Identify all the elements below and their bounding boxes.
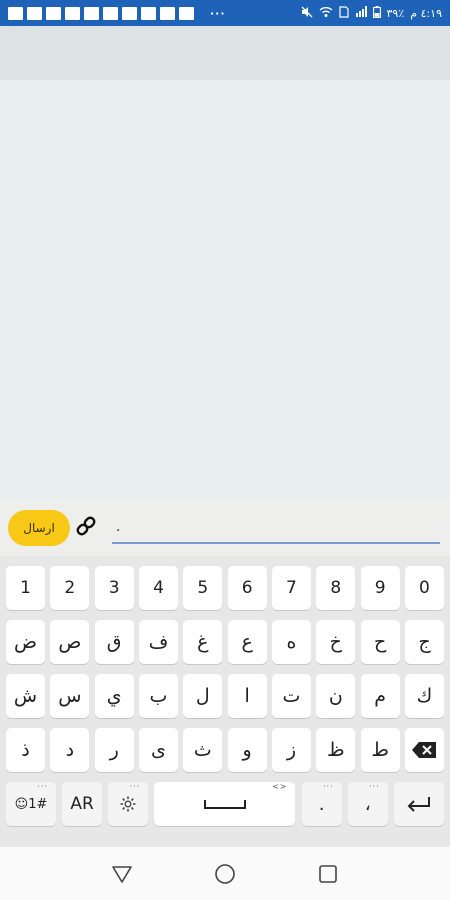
- space-key[interactable]: <>: [154, 782, 296, 826]
- key-row1-8[interactable]: ح: [360, 620, 400, 664]
- key-row1-6[interactable]: ه: [271, 620, 311, 664]
- recents-button[interactable]: [308, 854, 348, 894]
- home-button[interactable]: [205, 854, 245, 894]
- key-row1-0[interactable]: ض: [6, 620, 45, 664]
- key-row3-7[interactable]: ظ: [316, 728, 356, 772]
- key-number_row-8[interactable]: 9: [360, 566, 400, 610]
- key-row3-5[interactable]: و: [227, 728, 267, 772]
- message-input[interactable]: [112, 512, 440, 544]
- key-number_row-7[interactable]: 8: [316, 566, 356, 610]
- notification-icon: [27, 6, 42, 20]
- notification-icon: [122, 6, 137, 20]
- key-number_row-6[interactable]: 7: [271, 566, 311, 610]
- system-navigation-bar: [0, 847, 450, 900]
- more-notifications-indicator: ···: [210, 6, 226, 20]
- key-row2-4[interactable]: ل: [183, 674, 223, 718]
- back-button[interactable]: [102, 854, 142, 894]
- key-row1-9[interactable]: ج: [404, 620, 444, 664]
- keyboard-bottom-row: ··· ☺1# AR ··· <> ···. ··· ،: [6, 782, 444, 826]
- key-row1-3[interactable]: ف: [138, 620, 178, 664]
- key-row2-5[interactable]: ا: [227, 674, 267, 718]
- comma-key[interactable]: ··· ،: [347, 782, 388, 826]
- app-header: [0, 26, 450, 80]
- attach-link-icon[interactable]: [74, 514, 98, 538]
- key-row1-5[interactable]: ع: [227, 620, 267, 664]
- key-row3-2[interactable]: ر: [94, 728, 134, 772]
- message-composer: ارسال: [0, 498, 450, 556]
- enter-key[interactable]: [393, 782, 444, 826]
- recents-square-icon: [319, 864, 338, 883]
- key-row3-4[interactable]: ث: [183, 728, 223, 772]
- key-row2-8[interactable]: م: [360, 674, 400, 718]
- notification-icon: [160, 6, 175, 20]
- notification-icon: [46, 6, 61, 20]
- key-row2-3[interactable]: ب: [138, 674, 178, 718]
- key-row1-2[interactable]: ق: [94, 620, 134, 664]
- key-row2-2[interactable]: ي: [94, 674, 134, 718]
- key-number_row-2[interactable]: 3: [94, 566, 134, 610]
- on-screen-keyboard: 1234567890 ضصقفغعهخحج شسيبلاتنمك ذدرىثوز…: [0, 556, 450, 847]
- key-row3-1[interactable]: د: [50, 728, 90, 772]
- signal-icon: [355, 6, 367, 20]
- key-row1-7[interactable]: خ: [316, 620, 356, 664]
- symbols-key[interactable]: ··· ☺1#: [6, 782, 56, 826]
- space-bar-icon: [203, 799, 246, 809]
- enter-icon: [407, 797, 430, 812]
- key-row3-6[interactable]: ز: [271, 728, 311, 772]
- key-row2-6[interactable]: ت: [271, 674, 311, 718]
- key-row3-3[interactable]: ى: [138, 728, 178, 772]
- notification-icon: [103, 6, 118, 20]
- key-number_row-1[interactable]: 2: [50, 566, 90, 610]
- notification-icon: [8, 6, 23, 20]
- notification-icon: [84, 6, 99, 20]
- sim-icon: [338, 5, 349, 21]
- key-number_row-0[interactable]: 1: [6, 566, 45, 610]
- chat-messages-area[interactable]: [0, 80, 450, 498]
- status-bar: ··· ٣٩٪ ٤:١٩ م: [0, 0, 450, 26]
- key-row1-4[interactable]: غ: [183, 620, 223, 664]
- key-row2-0[interactable]: ش: [6, 674, 45, 718]
- keyboard-row-3: ذدرىثوزظط: [6, 728, 444, 772]
- key-number_row-3[interactable]: 4: [138, 566, 178, 610]
- send-button[interactable]: ارسال: [8, 510, 70, 546]
- keyboard-row-1: ضصقفغعهخحج: [6, 620, 444, 664]
- backspace-key[interactable]: [404, 728, 444, 772]
- keyboard-settings-key[interactable]: ···: [108, 782, 149, 826]
- key-row2-1[interactable]: س: [50, 674, 90, 718]
- keyboard-number-row: 1234567890: [6, 566, 444, 610]
- key-number_row-9[interactable]: 0: [404, 566, 444, 610]
- gear-icon: [120, 796, 136, 812]
- key-number_row-4[interactable]: 5: [183, 566, 223, 610]
- keyboard-row-2: شسيبلاتنمك: [6, 674, 444, 718]
- notification-icon: [179, 6, 194, 20]
- notification-icon: [141, 6, 156, 20]
- period-key[interactable]: ···.: [301, 782, 342, 826]
- back-triangle-icon: [111, 865, 132, 883]
- wifi-icon: [319, 6, 333, 21]
- key-number_row-5[interactable]: 6: [227, 566, 267, 610]
- key-row2-9[interactable]: ك: [404, 674, 444, 718]
- language-switch-key[interactable]: AR: [62, 782, 103, 826]
- key-row2-7[interactable]: ن: [316, 674, 356, 718]
- home-circle-icon: [215, 863, 235, 884]
- backspace-icon: [412, 742, 437, 758]
- mute-icon: [301, 6, 313, 21]
- key-row3-0[interactable]: ذ: [6, 728, 45, 772]
- clock: ٤:١٩ م: [410, 6, 442, 20]
- key-row1-1[interactable]: ص: [50, 620, 90, 664]
- notification-icon: [65, 6, 80, 20]
- notification-icons: [8, 6, 194, 20]
- battery-icon: [372, 5, 381, 21]
- battery-percent: ٣٩٪: [386, 6, 405, 20]
- key-row3-8[interactable]: ط: [360, 728, 400, 772]
